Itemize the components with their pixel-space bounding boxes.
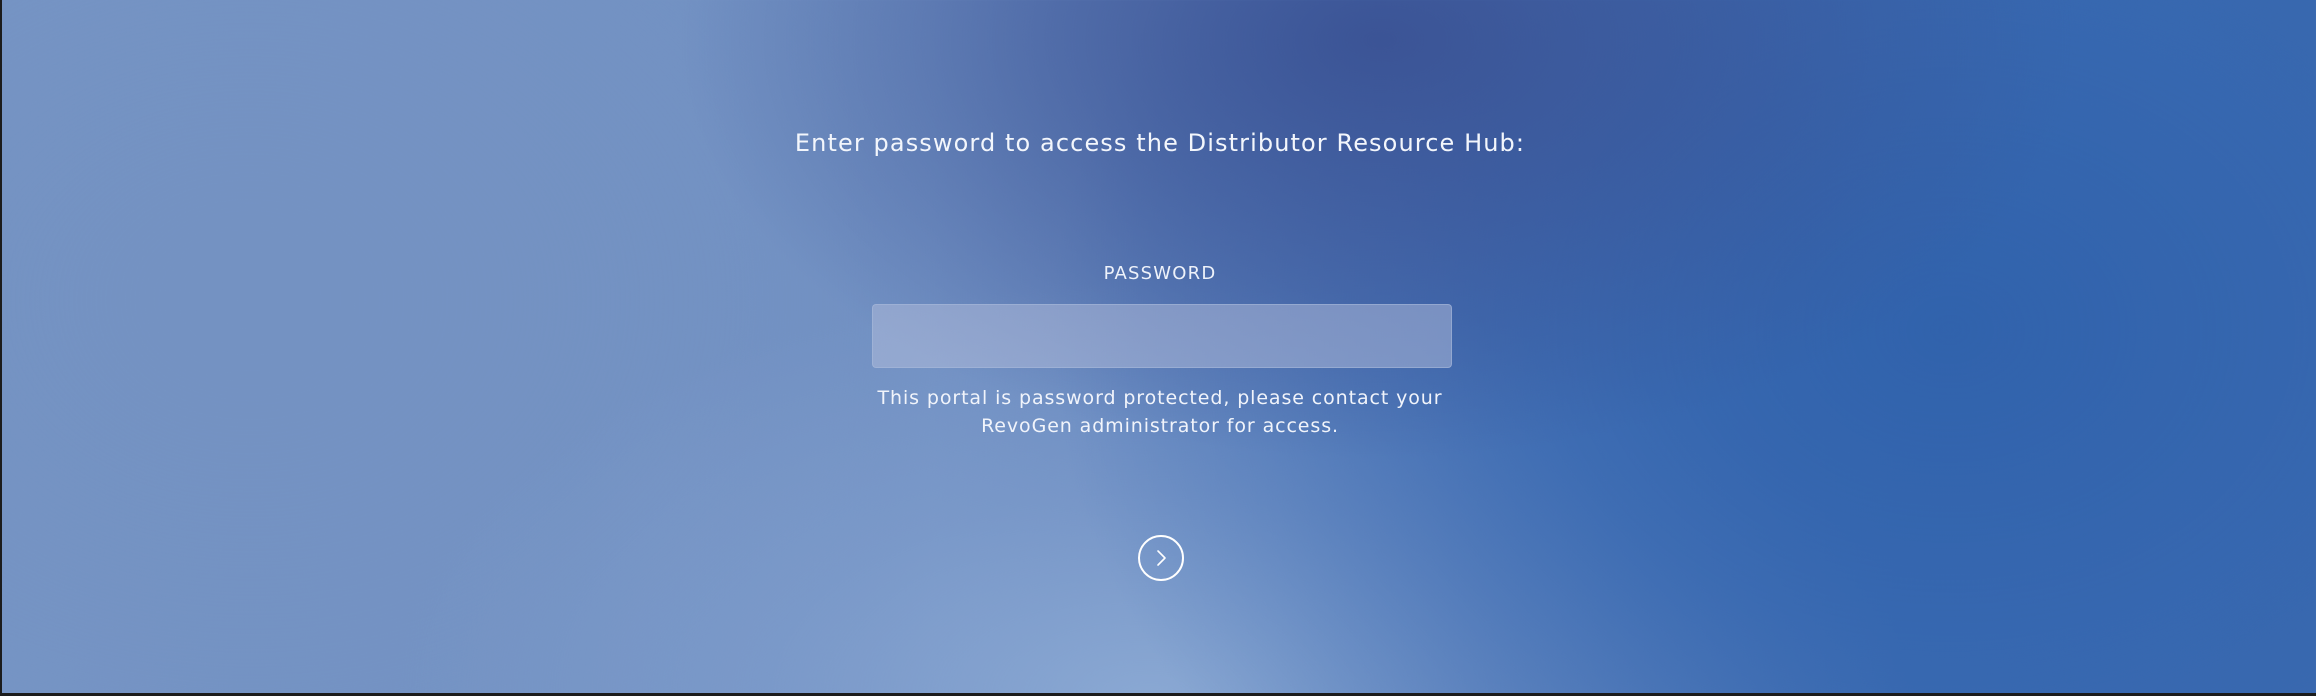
password-label: PASSWORD (1103, 263, 1217, 284)
chevron-right-icon (1157, 550, 1166, 566)
page-heading: Enter password to access the Distributor… (794, 129, 1526, 157)
password-gate-page: Enter password to access the Distributor… (2, 0, 2316, 693)
password-input[interactable] (872, 304, 1452, 368)
help-text-line-2: RevoGen administrator for access. (981, 415, 1339, 437)
help-text-line-1: This portal is password protected, pleas… (877, 387, 1443, 409)
submit-button[interactable] (1138, 535, 1184, 581)
help-text: This portal is password protected, pleas… (860, 384, 1460, 440)
